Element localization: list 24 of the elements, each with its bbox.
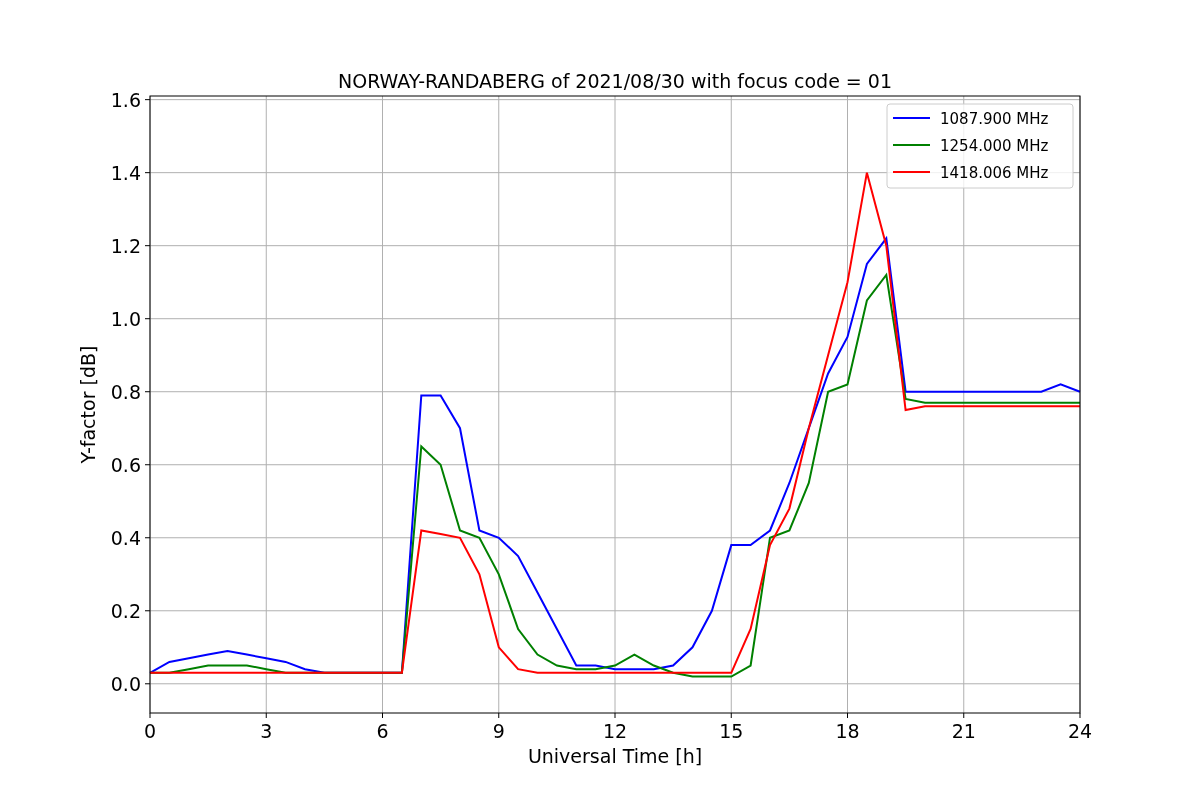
chart-title: NORWAY-RANDABERG of 2021/08/30 with focus code = 01 <box>338 70 892 92</box>
y-axis-label: Y-factor [dB] <box>77 345 99 464</box>
x-tick-label: 18 <box>835 720 860 742</box>
y-tick-label: 1.4 <box>110 161 141 184</box>
y-tick-label: 0.4 <box>110 526 141 549</box>
y-tick-label: 0.2 <box>110 599 141 622</box>
y-tick-label: 0.8 <box>110 380 141 403</box>
x-tick-label: 21 <box>951 720 976 742</box>
legend-label: 1087.900 MHz <box>940 110 1049 128</box>
x-tick-label: 15 <box>719 720 744 742</box>
legend-label: 1254.000 MHz <box>940 137 1049 155</box>
x-tick-label: 12 <box>602 720 628 742</box>
y-tick-label: 0.6 <box>110 453 141 476</box>
x-tick-label: 9 <box>492 720 505 742</box>
x-tick-label: 24 <box>1067 720 1093 742</box>
y-tick-label: 1.0 <box>110 307 141 330</box>
x-tick-label: 3 <box>260 720 273 742</box>
x-tick-label: 0 <box>143 720 157 742</box>
y-tick-label: 0.0 <box>110 672 141 695</box>
x-axis-label: Universal Time [h] <box>527 745 703 767</box>
y-tick-label: 1.2 <box>110 234 141 257</box>
x-tick-label: 6 <box>376 720 389 742</box>
y-tick-label: 1.6 <box>110 88 141 111</box>
legend-label: 1418.006 MHz <box>940 164 1049 182</box>
